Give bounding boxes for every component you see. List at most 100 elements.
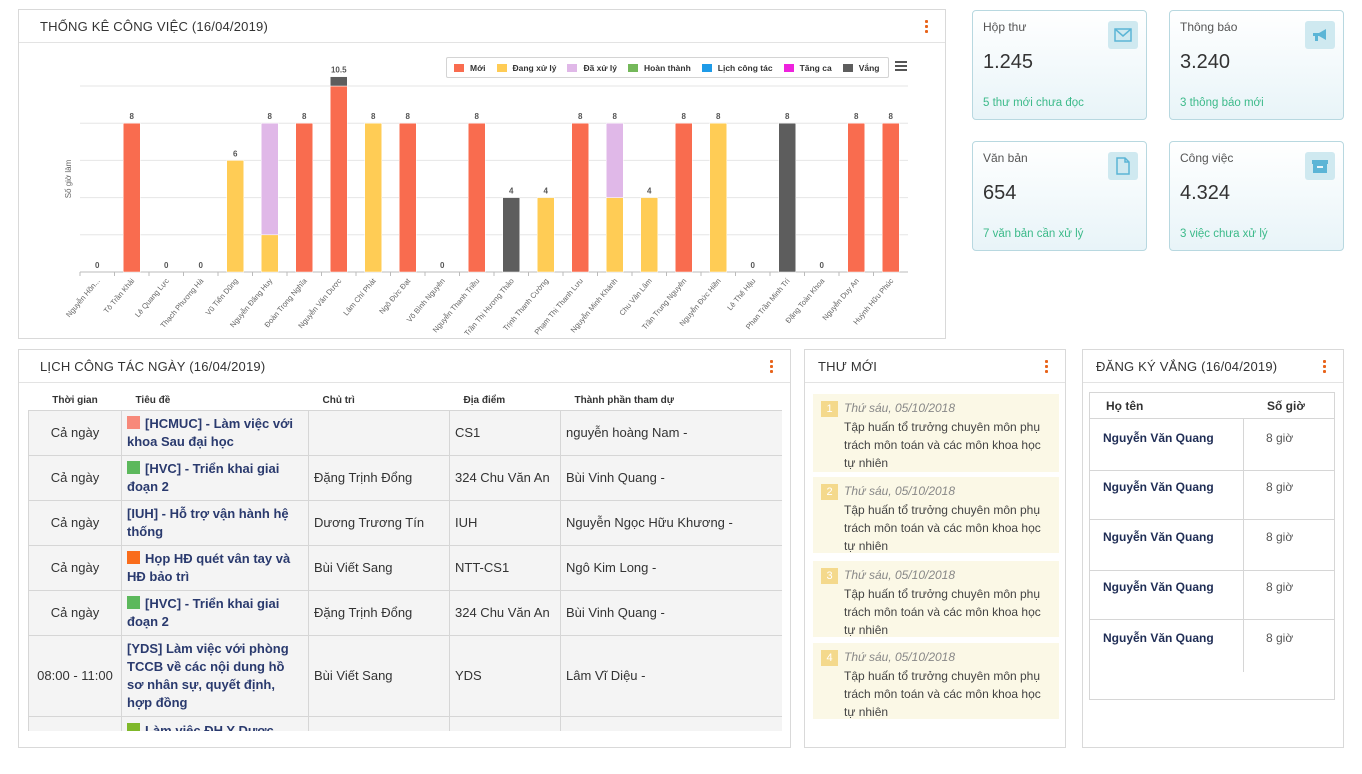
schedule-event-title-cell: Họp HĐ quét vân tay và HĐ bảo trì [121,544,309,591]
x-tick-label: Nguyễn Hồn... [64,277,102,320]
x-tick-label: Lê Quang Lực [133,276,171,319]
schedule-attendees-cell: Bùi Vinh Quang - [560,454,782,501]
stat-card-notifications[interactable]: Thông báo 3.240 3 thông báo mới [1169,10,1344,120]
schedule-attendees: Bùi Vinh Quang - [566,605,665,620]
legend-label: Tăng ca [799,62,832,73]
work-stats-menu-icon[interactable] [919,18,933,34]
data-label: 0 [95,261,100,270]
schedule-event-title[interactable]: Họp HĐ quét vân tay và HĐ bảo trì [127,551,290,584]
legend-item[interactable]: Tăng ca [783,62,832,73]
chart-export-menu-icon[interactable] [895,61,907,71]
legend-item[interactable]: Đang xử lý [496,63,556,73]
schedule-host-cell [308,715,450,731]
legend-swatch [628,63,639,72]
schedule-event-title-cell: [YDS] Làm việc với phòng TCCB về các nội… [121,634,309,717]
schedule-event-title[interactable]: [HVC] - Triển khai giai đoạn 2 [127,461,279,494]
absence-hours: 8 giờ [1266,530,1294,544]
schedule-host-cell: Bùi Viết Sang [308,544,450,591]
bar-segment [537,197,555,273]
stat-card-tasks[interactable]: Công việc 4.324 3 việc chưa xử lý [1169,141,1344,251]
absence-row[interactable]: Nguyễn Văn Quang 8 giờ [1090,571,1334,620]
absence-menu-icon[interactable] [1317,358,1331,374]
mail-icon [1108,21,1138,49]
schedule-place-cell: CS1 [449,409,561,456]
schedule-time-cell [28,715,122,731]
legend-label: Đã xử lý [583,62,618,73]
schedule-event-title[interactable]: [YDS] Làm việc với phòng TCCB về các nội… [127,641,289,710]
bar-segment [399,122,417,273]
mail-item-text: Tập huấn tổ trưởng chuyên môn phụ trách … [844,669,1041,719]
schedule-event-title[interactable]: Làm việc ĐH Y Dược [145,723,274,731]
schedule-menu-icon[interactable] [764,358,778,374]
absence-name: Nguyễn Văn Quang [1090,419,1244,470]
absence-row[interactable]: Nguyễn Văn Quang 8 giờ [1090,419,1334,471]
legend-item[interactable]: Vắng [842,63,879,73]
bar-segment [226,160,244,273]
mail-item-number: 2 [821,484,838,500]
schedule-row[interactable]: Cả ngày [IUH] - Hỗ trợ vận hành hệ thống D… [28,499,782,546]
schedule-event-title[interactable]: [HCMUC] - Làm việc với khoa Sau đại học [127,416,293,449]
schedule-host: Đặng Trịnh Đổng [314,605,413,620]
mail-item[interactable]: 4 Thứ sáu, 05/10/2018 Tập huấn tổ trưởng … [813,643,1059,719]
absence-hours: 8 giờ [1266,580,1294,594]
stat-subtext[interactable]: 5 thư mới chưa đọc [983,97,1084,109]
schedule-attendees-cell: Bùi Vinh Quang - [560,589,782,636]
schedule-table: Thời gian Tiêu đề Chủ trì Địa điểm Thành… [28,391,782,731]
absence-col-hours: Số giờ [1267,398,1305,413]
mail-item[interactable]: 1 Thứ sáu, 05/10/2018 Tập huấn tổ trưởng … [813,394,1059,472]
schedule-host: Đặng Trịnh Đổng [314,470,413,485]
schedule-row[interactable]: 08:00 - 11:00 [YDS] Làm việc với phòng TC… [28,634,782,717]
mail-item[interactable]: 2 Thứ sáu, 05/10/2018 Tập huấn tổ trưởng … [813,477,1059,553]
stat-subtext[interactable]: 3 thông báo mới [1180,97,1264,109]
bar-segment [468,122,486,273]
mail-item[interactable]: 3 Thứ sáu, 05/10/2018 Tập huấn tổ trưởng … [813,561,1059,637]
data-label: 4 [509,187,514,196]
x-tick-label: Lâm Chí Phát [341,276,378,318]
schedule-row[interactable]: Làm việc ĐH Y Dược [28,715,782,731]
data-label: 0 [820,261,825,270]
new-mail-title: THƯ MỚI [818,358,878,374]
data-label: 8 [302,112,307,121]
legend-item[interactable]: Mới [454,63,486,73]
schedule-place: 324 Chu Văn An [455,605,550,620]
schedule-place-cell: YDS [449,634,561,717]
schedule-attendees: Bùi Vinh Quang - [566,470,665,485]
event-color-marker [127,595,140,609]
schedule-row[interactable]: Cả ngày Họp HĐ quét vân tay và HĐ bảo trì… [28,544,782,591]
absence-row[interactable]: Nguyễn Văn Quang 8 giờ [1090,520,1334,571]
archive-icon [1305,152,1335,180]
x-tick-label: Lê Thế Hậu [725,277,757,313]
schedule-event-title-cell: [HVC] - Triển khai giai đoạn 2 [121,589,309,636]
mail-item-number: 3 [821,568,838,584]
legend-item[interactable]: Hoàn thành [628,63,691,73]
stat-card-documents[interactable]: Văn bản 654 7 văn bản cần xử lý [972,141,1147,251]
schedule-event-title[interactable]: [IUH] - Hỗ trợ vận hành hệ thống [127,506,289,539]
data-label: 4 [544,187,549,196]
col-header-host: Chủ trì [308,391,450,410]
absence-row[interactable]: Nguyễn Văn Quang 8 giờ [1090,471,1334,520]
schedule-attendees-cell: Lâm Vĩ Diệu - [560,634,782,717]
legend-item[interactable]: Lịch công tác [701,63,773,73]
data-label: 6 [233,149,238,158]
bar-segment [123,122,141,273]
stat-subtext[interactable]: 3 việc chưa xử lý [1180,228,1268,240]
schedule-row[interactable]: Cả ngày [HVC] - Triển khai giai đoạn 2 Đặn… [28,589,782,636]
schedule-time-cell: Cả ngày [28,499,122,546]
schedule-attendees-cell: Ngô Kim Long - [560,544,782,591]
absence-name: Nguyễn Văn Quang [1090,620,1244,672]
bar-segment [571,122,589,273]
new-mail-menu-icon[interactable] [1039,358,1053,374]
schedule-event-title[interactable]: [HVC] - Triển khai giai đoạn 2 [127,596,279,629]
schedule-table-wrapper[interactable]: Thời gian Tiêu đề Chủ trì Địa điểm Thành… [28,391,782,731]
stat-value: 3.240 [1180,51,1231,73]
stat-subtext[interactable]: 7 văn bản cần xử lý [983,228,1083,240]
schedule-event-title-cell: Làm việc ĐH Y Dược [121,715,309,731]
legend-item[interactable]: Đã xử lý [567,63,617,73]
schedule-place: YDS [455,668,482,683]
schedule-row[interactable]: Cả ngày [HVC] - Triển khai giai đoạn 2 Đặn… [28,454,782,501]
stat-card-inbox[interactable]: Hộp thư 1.245 5 thư mới chưa đọc [972,10,1147,120]
absence-hours: 8 giờ [1266,631,1294,645]
schedule-row[interactable]: Cả ngày [HCMUC] - Làm việc với khoa Sau đ… [28,409,782,456]
absence-row[interactable]: Nguyễn Văn Quang 8 giờ [1090,620,1334,672]
work-stats-header: THỐNG KÊ CÔNG VIỆC (16/04/2019) [19,10,945,43]
